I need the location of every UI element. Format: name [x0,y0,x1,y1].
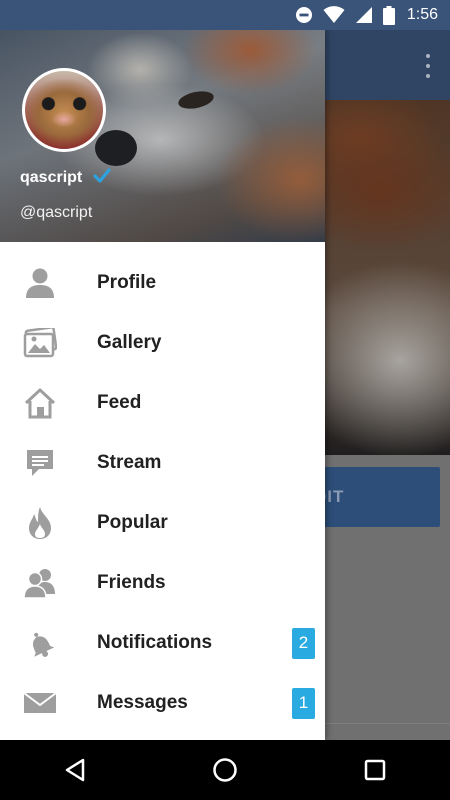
header-image-detail [95,130,137,166]
status-time: 1:56 [406,6,438,23]
overflow-menu-icon[interactable] [424,54,432,78]
avatar[interactable] [22,68,106,152]
notifications-badge: 2 [292,627,315,659]
user-name: qascript [20,169,83,186]
menu-item-label: Gallery [97,332,162,353]
menu-item-label: Notifications [97,632,213,653]
user-handle: @qascript [20,204,93,221]
flame-icon [22,507,58,539]
menu-item-label: Feed [97,392,142,413]
envelope-icon [22,687,58,719]
do-not-disturb-icon [295,6,313,24]
wifi-icon [323,6,345,24]
drawer-menu: Profile Gallery Feed Stream Popular Frie… [0,253,325,733]
menu-item-popular[interactable]: Popular [0,493,325,553]
chat-bubble-icon [22,447,58,479]
header-image-detail [176,88,216,112]
verified-check-icon [93,167,111,185]
menu-item-label: Stream [97,452,162,473]
menu-item-stream[interactable]: Stream [0,433,325,493]
gallery-icon [22,327,58,359]
menu-item-messages[interactable]: Messages 1 [0,673,325,733]
status-bar: 1:56 [0,0,450,30]
home-circle-icon[interactable] [195,740,255,800]
menu-item-notifications[interactable]: Notifications 2 [0,613,325,673]
menu-item-friends[interactable]: Friends [0,553,325,613]
signal-icon [355,6,373,24]
menu-item-gallery[interactable]: Gallery [0,313,325,373]
drawer-header: qascript @qascript [0,30,325,242]
navigation-drawer: qascript @qascript Profile Gallery Feed [0,30,325,740]
home-icon [22,387,58,419]
menu-item-label: Friends [97,572,166,593]
battery-icon [382,5,395,25]
divider [325,723,450,724]
person-icon [22,267,58,299]
menu-item-feed[interactable]: Feed [0,373,325,433]
back-icon[interactable] [45,740,105,800]
bell-icon [22,627,58,659]
friends-icon [22,567,58,599]
menu-item-profile[interactable]: Profile [0,253,325,313]
recents-icon[interactable] [345,740,405,800]
menu-item-label: Profile [97,272,157,293]
navigation-bar [0,740,450,800]
messages-badge: 1 [292,687,315,719]
menu-item-label: Messages [97,692,188,713]
menu-item-label: Popular [97,512,168,533]
